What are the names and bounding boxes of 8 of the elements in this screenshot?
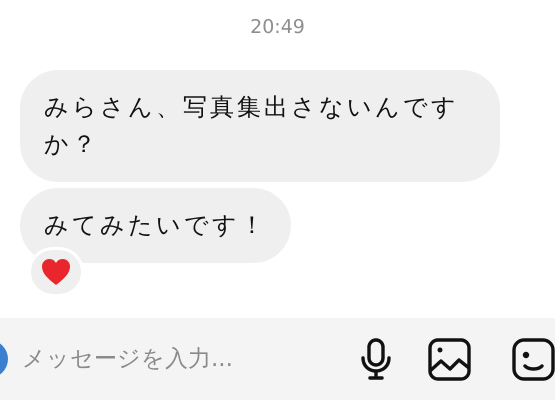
timestamp: 20:49	[250, 15, 305, 40]
microphone-button[interactable]	[359, 337, 392, 381]
message-input[interactable]: メッセージを入力...	[22, 342, 332, 376]
message-bubble: みらさん、写真集出さないんですか？	[20, 70, 500, 182]
heart-icon	[41, 258, 71, 286]
image-button[interactable]	[428, 337, 471, 381]
sticker-button[interactable]	[511, 337, 555, 381]
message-bubble: みてみたいです！	[20, 188, 291, 263]
